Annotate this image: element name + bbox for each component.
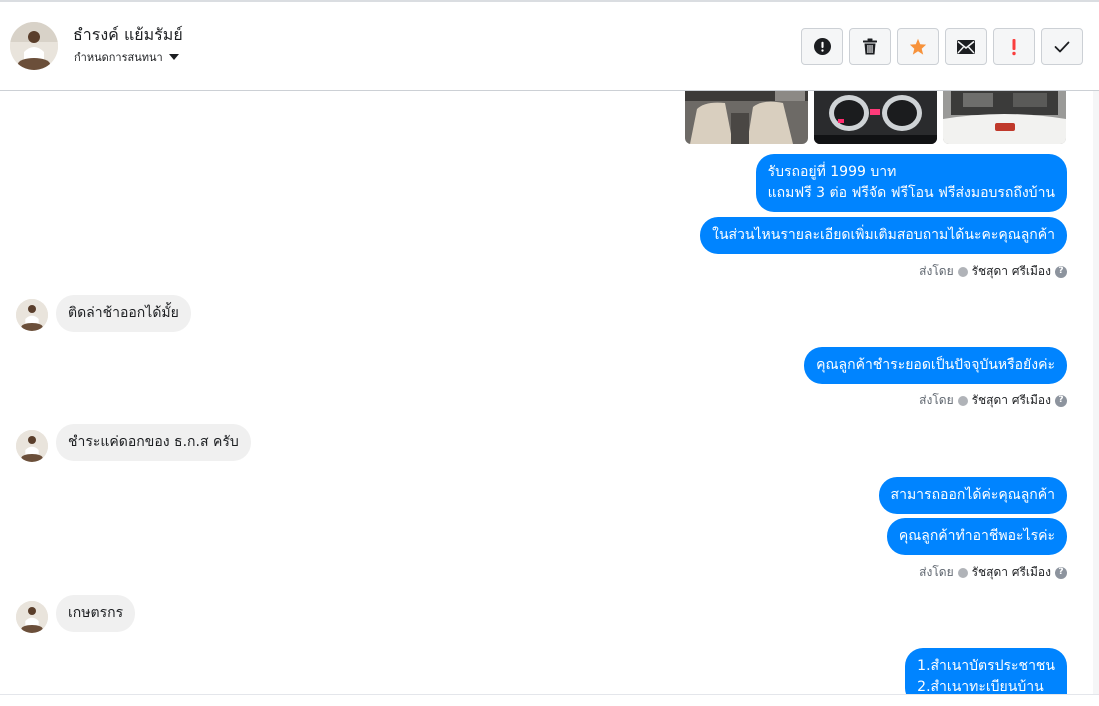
verified-dot-icon bbox=[957, 395, 968, 406]
mark-done-button[interactable] bbox=[1041, 28, 1083, 65]
outgoing-message[interactable]: ในส่วนไหนรายละเอียดเพิ่มเติมสอบถามได้นะค… bbox=[700, 217, 1067, 254]
message-line: 1.สำเนาบัตรประชาชน bbox=[917, 658, 1055, 674]
sent-by-info: ส่งโดย รัชสุดา ศรีเมือง ? bbox=[919, 563, 1067, 582]
sent-by-label: ส่งโดย bbox=[919, 264, 954, 278]
help-icon[interactable]: ? bbox=[1055, 394, 1067, 407]
message-text: ติดล่าช้าออกได้มั้ย bbox=[68, 305, 179, 321]
conversation-label-dropdown[interactable]: กำหนดการสนทนา bbox=[74, 48, 179, 66]
car-dashboard-photo[interactable] bbox=[814, 91, 937, 144]
agent-name[interactable]: รัชสุดา ศรีเมือง bbox=[972, 563, 1051, 582]
help-icon[interactable]: ? bbox=[1055, 566, 1067, 579]
sent-by-label: ส่งโดย bbox=[919, 565, 954, 579]
contact-avatar-small[interactable] bbox=[16, 601, 48, 633]
follow-up-button[interactable] bbox=[993, 28, 1035, 65]
report-spam-button[interactable] bbox=[801, 28, 843, 65]
sent-by-label: ส่งโดย bbox=[919, 393, 954, 407]
incoming-message[interactable]: ติดล่าช้าออกได้มั้ย bbox=[56, 295, 191, 332]
message-line: 2.สำเนาทะเบียนบ้าน bbox=[917, 679, 1044, 694]
alert-circle-icon bbox=[813, 38, 831, 55]
car-engine-photo[interactable] bbox=[943, 91, 1066, 144]
message-text: สามารถออกได้ค่ะคุณลูกค้า bbox=[890, 487, 1055, 503]
attachment-group bbox=[685, 91, 1066, 144]
contact-avatar[interactable] bbox=[10, 22, 58, 70]
composer-edge bbox=[0, 694, 1099, 706]
message-line: แถมฟรี 3 ต่อ ฟรีจัด ฟรีโอน ฟรีส่งมอบรถถึ… bbox=[767, 185, 1055, 201]
contact-avatar-small[interactable] bbox=[16, 430, 48, 462]
outgoing-message[interactable]: 1.สำเนาบัตรประชาชน 2.สำเนาทะเบียนบ้าน bbox=[905, 648, 1067, 694]
caret-down-icon bbox=[168, 54, 179, 60]
thread-scrollbar[interactable] bbox=[1093, 91, 1099, 694]
message-thread[interactable]: รับรถอยู่ที่ 1999 บาท แถมฟรี 3 ต่อ ฟรีจั… bbox=[0, 91, 1099, 694]
car-interior-photo[interactable] bbox=[685, 91, 808, 144]
check-icon bbox=[1054, 41, 1070, 52]
exclamation-icon bbox=[1012, 38, 1016, 55]
help-icon[interactable]: ? bbox=[1055, 265, 1067, 278]
agent-name[interactable]: รัชสุดา ศรีเมือง bbox=[972, 391, 1051, 410]
sent-by-info: ส่งโดย รัชสุดา ศรีเมือง ? bbox=[919, 391, 1067, 410]
sent-by-info: ส่งโดย รัชสุดา ศรีเมือง ? bbox=[919, 262, 1067, 281]
verified-dot-icon bbox=[957, 567, 968, 578]
message-text: ในส่วนไหนรายละเอียดเพิ่มเติมสอบถามได้นะค… bbox=[712, 227, 1055, 243]
message-text: คุณลูกค้าทำอาชีพอะไรค่ะ bbox=[898, 528, 1055, 544]
message-line: รับรถอยู่ที่ 1999 บาท bbox=[767, 164, 897, 180]
envelope-icon bbox=[957, 39, 975, 54]
star-icon bbox=[909, 38, 927, 55]
incoming-message[interactable]: เกษตรกร bbox=[56, 595, 136, 632]
outgoing-message[interactable]: รับรถอยู่ที่ 1999 บาท แถมฟรี 3 ต่อ ฟรีจั… bbox=[755, 154, 1067, 212]
message-text: ชำระแค่ดอกของ ธ.ก.ส ครับ bbox=[68, 434, 239, 450]
verified-dot-icon bbox=[957, 266, 968, 277]
outgoing-message[interactable]: คุณลูกค้าทำอาชีพอะไรค่ะ bbox=[886, 518, 1067, 555]
message-text: คุณลูกค้าชำระยอดเป็นปัจจุบันหรือยังค่ะ bbox=[816, 357, 1055, 373]
contact-avatar-small[interactable] bbox=[16, 299, 48, 331]
message-text: เกษตรกร bbox=[68, 605, 124, 621]
outgoing-message[interactable]: คุณลูกค้าชำระยอดเป็นปัจจุบันหรือยังค่ะ bbox=[804, 347, 1067, 384]
star-button[interactable] bbox=[897, 28, 939, 65]
mark-unread-button[interactable] bbox=[945, 28, 987, 65]
trash-icon bbox=[863, 38, 877, 55]
agent-name[interactable]: รัชสุดา ศรีเมือง bbox=[972, 262, 1051, 281]
conversation-toolbar bbox=[801, 28, 1083, 65]
incoming-message[interactable]: ชำระแค่ดอกของ ธ.ก.ส ครับ bbox=[56, 424, 251, 461]
delete-button[interactable] bbox=[849, 28, 891, 65]
conversation-header: ธำรงค์ แย้มรัมย์ กำหนดการสนทนา bbox=[0, 2, 1099, 91]
outgoing-message[interactable]: สามารถออกได้ค่ะคุณลูกค้า bbox=[878, 477, 1067, 514]
label-dropdown-text: กำหนดการสนทนา bbox=[74, 51, 163, 64]
contact-name[interactable]: ธำรงค์ แย้มรัมย์ bbox=[73, 23, 183, 48]
